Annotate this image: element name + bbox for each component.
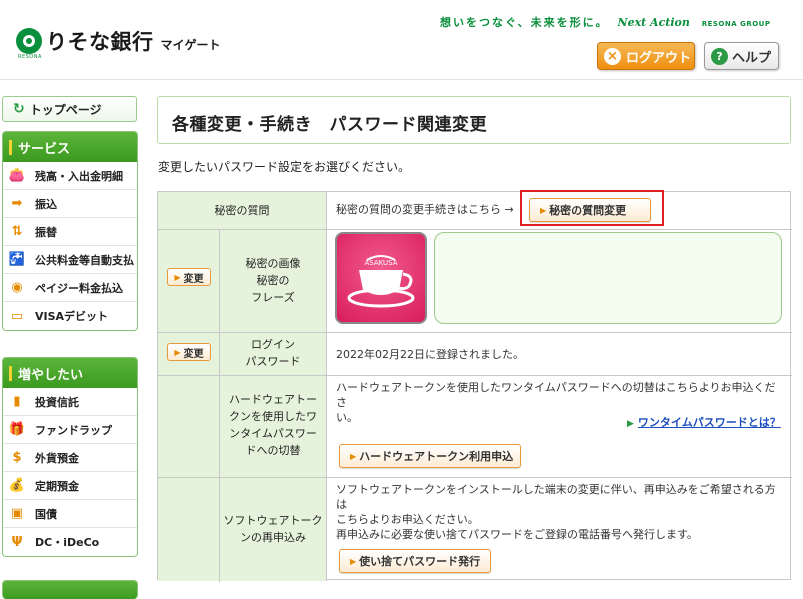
sidebar-item-time-deposit[interactable]: 💰 定期預金 — [3, 472, 137, 500]
dollar-icon: $ — [12, 450, 22, 465]
page-title-box: 各種変更・手続き パスワード関連変更 — [157, 96, 791, 144]
wallet-icon: 👛 — [8, 168, 26, 183]
sidebar-item-exchange[interactable]: ⇅ 振替 — [3, 218, 137, 246]
software-token-label: ソフトウェアトーク ンの再申込み — [223, 514, 323, 544]
close-icon: × — [604, 47, 621, 65]
slogan: 想いをつなぐ、未来を形に。 Next Action RESONA GROUP — [440, 14, 771, 30]
sidebar-item-foreign-deposit[interactable]: $ 外貨預金 — [3, 444, 137, 472]
sidebar-item-bond[interactable]: ▣ 国債 — [3, 500, 137, 528]
login-password-registered-date: 2022年02月22日に登録されました。 — [336, 348, 524, 361]
header: りそな銀行 マイゲート RESONA 想いをつなぐ、未来を形に。 Next Ac… — [0, 0, 803, 80]
sidebar-section-title: サービス — [3, 132, 137, 162]
money-bag-icon: 💰 — [8, 478, 26, 493]
instruction-text: 変更したいパスワード設定をお選びください。 — [158, 160, 411, 174]
service-name: マイゲート — [160, 37, 221, 52]
triangle-right-icon: ▶ — [627, 419, 634, 429]
top-page-label: トップページ — [29, 102, 102, 117]
bar-chart-icon: ▮ — [13, 394, 21, 409]
resona-logo-icon — [16, 28, 42, 54]
secret-question-label: 秘密の質問 — [214, 204, 270, 217]
help-label: ヘルプ — [732, 50, 772, 66]
debit-card-icon: ▭ — [10, 308, 24, 324]
exchange-icon: ⇅ — [11, 224, 23, 239]
sidebar-section-service: サービス 👛 残高・入出金明細 ➡ 振込 ⇅ 振替 🚰 公共料金等自動支払 ◉ ペイジー料… — [2, 131, 138, 331]
question-icon: ? — [711, 47, 728, 65]
transfer-icon: ➡ — [11, 196, 23, 211]
change-login-password-button[interactable]: ▶ 変更 — [167, 343, 211, 361]
sidebar-item-dc-ideco[interactable]: Ψ DC・iDeCo — [3, 528, 137, 556]
triangle-right-icon: ▶ — [350, 451, 357, 461]
secret-question-text: 秘密の質問の変更手続きはこちら → — [336, 203, 514, 216]
hardware-token-apply-button[interactable]: ▶ ハードウェアトークン利用申込 — [339, 444, 521, 468]
logout-button[interactable]: × ログアウト — [597, 42, 695, 70]
image-caption: ASAKUSA — [364, 259, 397, 267]
sidebar-item-fund-wrap[interactable]: 🎁 ファンドラップ — [3, 416, 137, 444]
sprout-icon: Ψ — [11, 534, 23, 550]
group-name: RESONA GROUP — [701, 20, 771, 28]
bond-icon: ▣ — [10, 506, 24, 521]
highlight-frame — [520, 190, 664, 226]
sidebar-item-utilities[interactable]: 🚰 公共料金等自動支払 — [3, 246, 137, 274]
one-time-password-link[interactable]: ▶ ワンタイムパスワードとは？ — [627, 414, 781, 430]
logout-label: ログアウト — [626, 50, 692, 66]
sidebar-item-investment-trust[interactable]: ▮ 投資信託 — [3, 388, 137, 416]
secret-phrase-box — [434, 232, 782, 324]
secret-image: ASAKUSA — [335, 232, 427, 324]
slogan-text: 想いをつなぐ、未来を形に。 — [440, 16, 609, 29]
software-token-text: ソフトウェアトークンをインストールした端末の変更に伴い、再申込みをご希望される方… — [336, 483, 776, 541]
sidebar-item-payeasy[interactable]: ◉ ペイジー料金払込 — [3, 274, 137, 302]
sidebar-section-title: 増やしたい — [3, 358, 137, 388]
sidebar-section-grow: 増やしたい ▮ 投資信託 🎁 ファンドラップ $ 外貨預金 💰 定期預金 ▣ 国債 Ψ DC… — [2, 357, 138, 557]
faucet-icon: 🚰 — [8, 252, 26, 267]
top-page-button[interactable]: ↻ トップページ — [2, 96, 137, 122]
bank-logo[interactable]: りそな銀行 マイゲート — [16, 26, 221, 56]
logo-caption: RESONA — [18, 54, 42, 60]
gift-icon: 🎁 — [8, 422, 26, 437]
triangle-right-icon: ▶ — [174, 272, 181, 282]
payeasy-icon: ◉ — [11, 280, 23, 295]
sidebar-item-visa-debit[interactable]: ▭ VISAデビット — [3, 302, 137, 330]
login-password-label: ログイン パスワード — [245, 338, 301, 368]
hardware-token-label: ハードウェアトー クンを使用したワ ンタイムパスワー ドへの切替 — [229, 393, 317, 457]
change-secret-image-button[interactable]: ▶ 変更 — [167, 268, 211, 286]
coffee-cup-icon: ASAKUSA — [347, 255, 415, 308]
page-title: 各種変更・手続き パスワード関連変更 — [172, 115, 487, 135]
issue-disposable-password-button[interactable]: ▶ 使い捨てパスワード発行 — [339, 549, 491, 573]
sidebar-item-transfer[interactable]: ➡ 振込 — [3, 190, 137, 218]
sidebar-section-next — [2, 580, 138, 599]
slogan-brand: Next Action — [617, 16, 690, 29]
secret-image-label: 秘密の画像 秘密の フレーズ — [245, 257, 301, 304]
triangle-right-icon: ▶ — [174, 347, 181, 357]
bank-name: りそな銀行 — [46, 30, 154, 54]
triangle-right-icon: ▶ — [350, 556, 357, 566]
refresh-icon: ↻ — [13, 101, 25, 117]
sidebar-item-balance[interactable]: 👛 残高・入出金明細 — [3, 162, 137, 190]
help-button[interactable]: ? ヘルプ — [704, 42, 779, 70]
